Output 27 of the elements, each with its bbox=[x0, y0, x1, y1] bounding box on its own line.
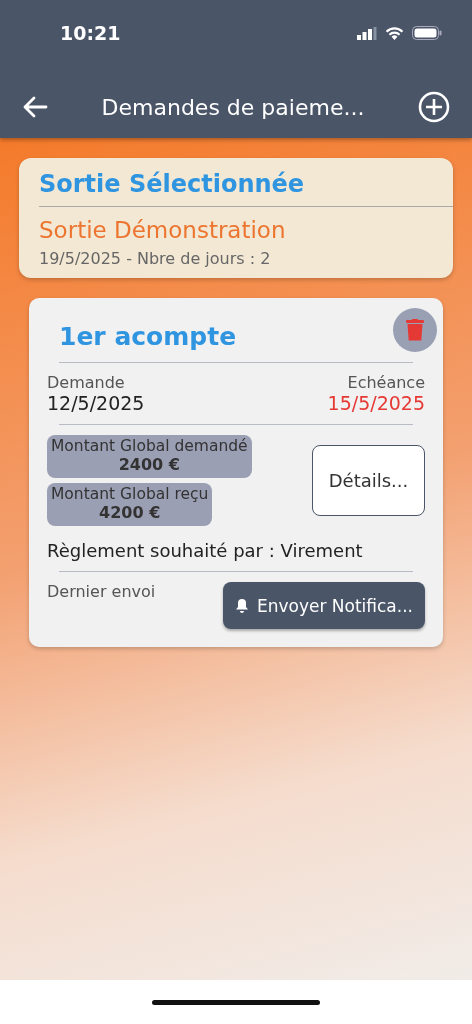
request-title: 1er acompte bbox=[58, 321, 237, 351]
amount-label: Montant Global demandé bbox=[51, 437, 248, 455]
request-date: 12/5/2025 bbox=[47, 392, 145, 414]
battery-icon bbox=[412, 26, 442, 40]
back-arrow-icon[interactable] bbox=[22, 96, 48, 118]
send-notification-button[interactable]: Envoyer Notifica... bbox=[222, 582, 425, 629]
bell-icon bbox=[234, 598, 249, 613]
amount-label: Montant Global reçu bbox=[51, 485, 209, 503]
request-label: Demande bbox=[47, 373, 125, 392]
last-sent-label: Dernier envoi bbox=[47, 582, 156, 601]
delete-button[interactable] bbox=[393, 308, 437, 352]
amount-value: 2400 € bbox=[118, 455, 180, 474]
screen-title: Demandes de paieme... bbox=[100, 94, 366, 120]
card-heading: Sortie Sélectionnée bbox=[39, 170, 453, 207]
wifi-icon bbox=[385, 26, 404, 40]
due-label: Echéance bbox=[347, 373, 425, 392]
home-indicator[interactable] bbox=[152, 999, 320, 1005]
trash-icon bbox=[406, 319, 424, 341]
add-icon[interactable] bbox=[418, 91, 450, 123]
trip-details: 19/5/2025 - Nbre de jours : 2 bbox=[39, 248, 272, 268]
payment-method: Règlement souhaité par : Virement bbox=[47, 540, 364, 561]
trip-name: Sortie Démonstration bbox=[39, 216, 287, 243]
amount-value: 4200 € bbox=[99, 503, 161, 522]
status-time: 10:21 bbox=[60, 22, 121, 44]
due-date: 15/5/2025 bbox=[327, 392, 425, 414]
signal-icon bbox=[357, 26, 377, 40]
details-button[interactable]: Détails... bbox=[312, 445, 425, 516]
